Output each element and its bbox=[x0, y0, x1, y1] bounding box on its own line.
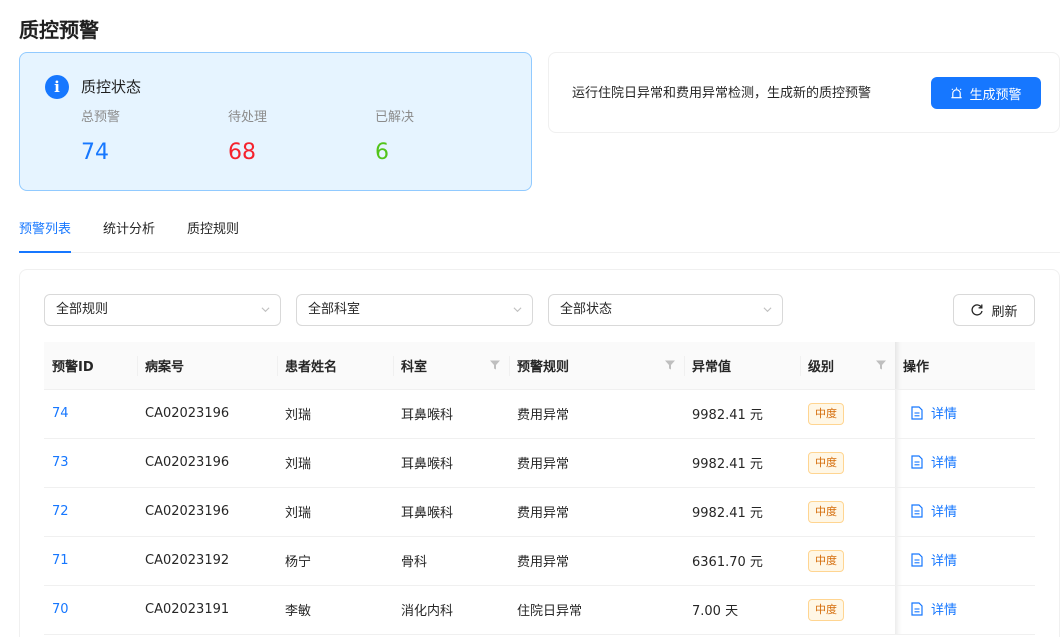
alert-rule-cell: 费用异常 bbox=[509, 438, 684, 488]
dept-filter-value: 全部科室 bbox=[308, 302, 361, 317]
alert-id-link[interactable]: 74 bbox=[52, 406, 69, 421]
detail-link[interactable]: 详情 bbox=[903, 403, 957, 422]
detail-link[interactable]: 详情 bbox=[903, 501, 957, 520]
alert-rule-cell: 住院日异常 bbox=[509, 585, 684, 635]
alert-id-link[interactable]: 73 bbox=[52, 455, 69, 470]
column-header-alert-rule: 预警规则 bbox=[509, 342, 684, 390]
alert-rule-cell: 费用异常 bbox=[509, 536, 684, 586]
alert-rule-cell: 费用异常 bbox=[509, 487, 684, 537]
alert-id-link[interactable]: 72 bbox=[52, 504, 69, 519]
stat-total-alerts: 总预警 74 bbox=[81, 109, 120, 167]
stat-label: 已解决 bbox=[375, 110, 415, 125]
alert-table: 预警ID 病案号 患者姓名 科室 预警规则 异常值 级别 操作 74 CA020… bbox=[44, 342, 1035, 635]
department-cell: 骨科 bbox=[393, 536, 509, 586]
status-filter-value: 全部状态 bbox=[560, 302, 613, 317]
case-no-cell: CA02023196 bbox=[137, 487, 277, 537]
generate-alert-card: 运行住院日异常和费用异常检测，生成新的质控预警 生成预警 bbox=[548, 52, 1060, 133]
case-no-cell: CA02023192 bbox=[137, 536, 277, 586]
filter-icon[interactable] bbox=[489, 359, 501, 371]
tab-alert-list[interactable]: 预警列表 bbox=[19, 212, 72, 253]
column-header-actions: 操作 bbox=[895, 342, 1035, 390]
dept-filter-select[interactable]: 全部科室 bbox=[296, 294, 533, 326]
stat-pending: 待处理 68 bbox=[228, 109, 267, 167]
alert-rule-cell: 费用异常 bbox=[509, 389, 684, 439]
status-title: 质控状态 bbox=[81, 78, 142, 96]
alert-list-panel: 全部规则 全部科室 全部状态 刷新 预警ID 病案号 患者姓名 科室 预警规则 … bbox=[19, 269, 1060, 637]
tab-bar: 预警列表 统计分析 质控规则 bbox=[19, 212, 1060, 253]
abnormal-value-cell: 7.00 天 bbox=[684, 585, 800, 635]
abnormal-value-cell: 6361.70 元 bbox=[684, 536, 800, 586]
detail-link[interactable]: 详情 bbox=[903, 599, 957, 618]
column-header-patient-name: 患者姓名 bbox=[277, 342, 393, 390]
patient-name-cell: 杨宁 bbox=[277, 536, 393, 586]
filter-icon[interactable] bbox=[875, 359, 887, 371]
alert-id-link[interactable]: 71 bbox=[52, 553, 69, 568]
level-badge: 中度 bbox=[808, 500, 844, 523]
detail-link[interactable]: 详情 bbox=[903, 550, 957, 569]
stat-label: 总预警 bbox=[81, 110, 121, 125]
patient-name-cell: 刘瑞 bbox=[277, 438, 393, 488]
case-no-cell: CA02023196 bbox=[137, 438, 277, 488]
stat-value: 68 bbox=[228, 140, 256, 165]
alert-id-link[interactable]: 70 bbox=[52, 602, 69, 617]
column-header-level: 级别 bbox=[800, 342, 895, 390]
department-cell: 耳鼻喉科 bbox=[393, 389, 509, 439]
chevron-down-icon bbox=[261, 307, 270, 313]
column-header-abnormal-value: 异常值 bbox=[684, 342, 800, 390]
chevron-down-icon bbox=[513, 307, 522, 313]
department-cell: 消化内科 bbox=[393, 585, 509, 635]
reload-icon bbox=[971, 304, 984, 316]
rule-filter-select[interactable]: 全部规则 bbox=[44, 294, 281, 326]
patient-name-cell: 刘瑞 bbox=[277, 487, 393, 537]
refresh-label: 刷新 bbox=[991, 304, 1018, 320]
alarm-icon bbox=[951, 86, 963, 98]
rule-filter-value: 全部规则 bbox=[56, 302, 109, 317]
generate-alert-label: 生成预警 bbox=[969, 87, 1022, 103]
stat-resolved: 已解决 6 bbox=[375, 109, 414, 167]
table-row: 70 CA02023191 李敏 消化内科 住院日异常 7.00 天 中度 详情 bbox=[44, 585, 1035, 635]
file-text-icon bbox=[911, 553, 923, 567]
level-badge: 中度 bbox=[808, 598, 844, 621]
abnormal-value-cell: 9982.41 元 bbox=[684, 487, 800, 537]
case-no-cell: CA02023191 bbox=[137, 585, 277, 635]
qc-status-card: i 质控状态 总预警 74 待处理 68 已解决 6 bbox=[19, 52, 532, 191]
file-text-icon bbox=[911, 455, 923, 469]
tab-statistics[interactable]: 统计分析 bbox=[103, 212, 155, 252]
level-badge: 中度 bbox=[808, 549, 844, 572]
case-no-cell: CA02023196 bbox=[137, 389, 277, 439]
stat-label: 待处理 bbox=[228, 110, 268, 125]
generate-description: 运行住院日异常和费用异常检测，生成新的质控预警 bbox=[572, 86, 872, 101]
info-icon: i bbox=[45, 75, 69, 99]
tab-qc-rules[interactable]: 质控规则 bbox=[187, 212, 239, 252]
stat-value: 74 bbox=[81, 140, 109, 165]
table-row: 74 CA02023196 刘瑞 耳鼻喉科 费用异常 9982.41 元 中度 … bbox=[44, 389, 1035, 439]
file-text-icon bbox=[911, 504, 923, 518]
column-header-alert-id: 预警ID bbox=[44, 342, 137, 390]
patient-name-cell: 李敏 bbox=[277, 585, 393, 635]
abnormal-value-cell: 9982.41 元 bbox=[684, 389, 800, 439]
table-header-row: 预警ID 病案号 患者姓名 科室 预警规则 异常值 级别 操作 bbox=[44, 342, 1035, 390]
department-cell: 耳鼻喉科 bbox=[393, 438, 509, 488]
status-filter-select[interactable]: 全部状态 bbox=[548, 294, 783, 326]
department-cell: 耳鼻喉科 bbox=[393, 487, 509, 537]
column-header-department: 科室 bbox=[393, 342, 509, 390]
table-row: 72 CA02023196 刘瑞 耳鼻喉科 费用异常 9982.41 元 中度 … bbox=[44, 487, 1035, 537]
filter-icon[interactable] bbox=[664, 359, 676, 371]
column-header-case-no: 病案号 bbox=[137, 342, 277, 390]
patient-name-cell: 刘瑞 bbox=[277, 389, 393, 439]
generate-alert-button[interactable]: 生成预警 bbox=[931, 77, 1041, 109]
file-text-icon bbox=[911, 406, 923, 420]
level-badge: 中度 bbox=[808, 451, 844, 474]
level-badge: 中度 bbox=[808, 402, 844, 425]
file-text-icon bbox=[911, 602, 923, 616]
refresh-button[interactable]: 刷新 bbox=[953, 294, 1035, 326]
quality-control-page: 质控预警 i 质控状态 总预警 74 待处理 68 已解决 6 运行住院日异常和… bbox=[0, 0, 1062, 637]
page-title: 质控预警 bbox=[19, 18, 99, 42]
stat-value: 6 bbox=[375, 140, 389, 165]
table-row: 71 CA02023192 杨宁 骨科 费用异常 6361.70 元 中度 详情 bbox=[44, 536, 1035, 586]
abnormal-value-cell: 9982.41 元 bbox=[684, 438, 800, 488]
table-row: 73 CA02023196 刘瑞 耳鼻喉科 费用异常 9982.41 元 中度 … bbox=[44, 438, 1035, 488]
detail-link[interactable]: 详情 bbox=[903, 452, 957, 471]
chevron-down-icon bbox=[763, 307, 772, 313]
